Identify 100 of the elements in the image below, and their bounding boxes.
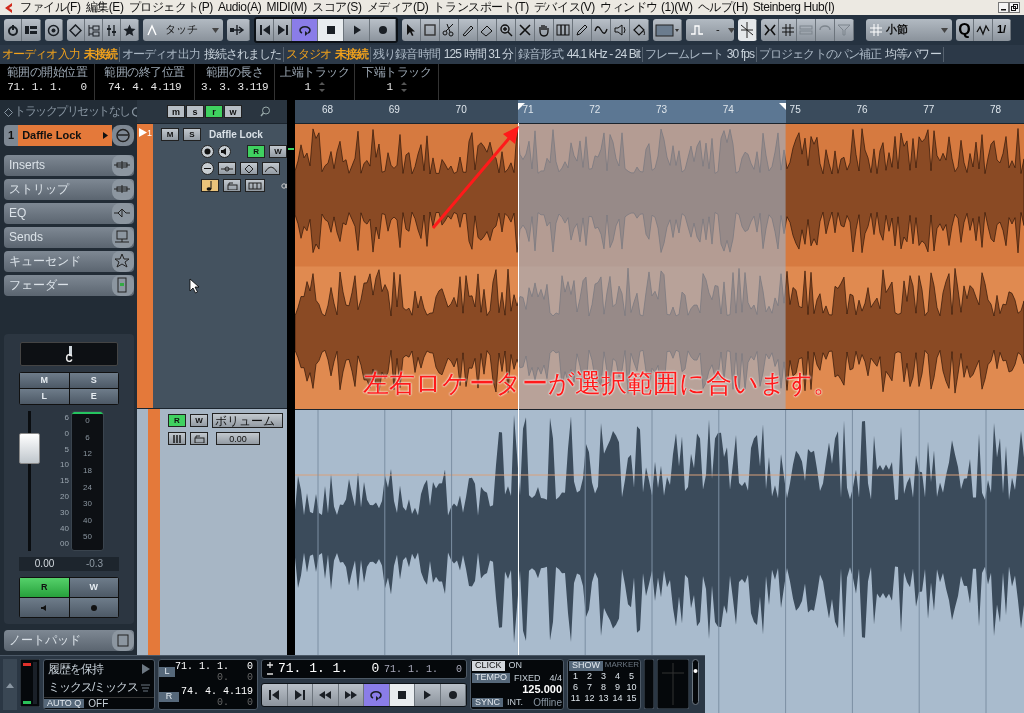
timebase-toggle[interactable] [201, 179, 219, 192]
notepad-tab[interactable]: ノートパッド [4, 630, 134, 651]
bar-number[interactable]: 72 [585, 100, 652, 123]
marker-button[interactable]: 13 [597, 692, 610, 704]
marker-button[interactable]: 1 [569, 670, 582, 682]
bar-number[interactable]: 74 [718, 100, 786, 123]
preset-label[interactable]: トラックプリセットなし [14, 105, 130, 119]
tempo-value[interactable]: 125.000 [514, 683, 562, 695]
header-toggle[interactable]: s [186, 105, 204, 118]
pan-button[interactable] [240, 162, 258, 175]
parameter-dropdown[interactable]: ボリューム [212, 413, 283, 428]
automation-toggle[interactable]: R [168, 414, 186, 427]
bar-number[interactable]: 70 [451, 100, 519, 123]
marker-button[interactable]: 4 [611, 670, 624, 682]
click-button[interactable]: CLICK [472, 661, 505, 671]
automation-button[interactable]: R [20, 578, 69, 597]
stop-button[interactable] [389, 684, 415, 706]
minimize-button[interactable] [998, 2, 1009, 13]
secondary-position[interactable]: 71. 1. 1. 0 [384, 663, 462, 675]
menu-item[interactable]: Steinberg Hub(I) [752, 0, 835, 15]
locator-button[interactable]: R [159, 691, 179, 702]
tree-button[interactable] [85, 19, 103, 41]
routing-button[interactable] [218, 162, 236, 175]
field-value[interactable]: 3. 3. 3.119 [200, 81, 269, 95]
restore-button[interactable] [1009, 2, 1020, 13]
automation-toggle[interactable]: W [190, 414, 208, 427]
marker-button[interactable]: 3 [597, 670, 610, 682]
snap-x-button[interactable] [761, 19, 779, 41]
marker-button[interactable]: 12 [583, 692, 596, 704]
field-value[interactable]: 71. 1. 1. 0 [7, 81, 87, 95]
menu-item[interactable]: ウィンドウ (1)(W) [599, 0, 693, 15]
show-button[interactable]: SHOW [569, 661, 603, 671]
split-tool-button[interactable] [554, 19, 573, 41]
wave-button[interactable] [974, 19, 993, 41]
speaker-tool-button[interactable] [611, 19, 630, 41]
lanes-button[interactable] [245, 179, 265, 192]
header-toggle[interactable]: r [205, 105, 223, 118]
channel-button[interactable]: S [69, 373, 118, 388]
bar-number[interactable]: 69 [384, 100, 452, 123]
bar-number[interactable]: 71 [518, 100, 586, 123]
automation-toggle[interactable]: W [269, 145, 287, 158]
eq-button[interactable] [262, 162, 280, 175]
track-toggle[interactable]: M [161, 128, 179, 141]
marker-button[interactable]: 2 [583, 670, 596, 682]
wave-tool-button[interactable] [592, 19, 611, 41]
marker-button[interactable]: 5 [625, 670, 638, 682]
grid-button[interactable] [779, 19, 797, 41]
routing-button[interactable] [227, 19, 250, 41]
menu-item[interactable]: ヘルプ(H) [697, 0, 748, 15]
auto-q-button[interactable]: AUTO Q [44, 698, 85, 709]
tempo-button[interactable]: TEMPO [472, 672, 510, 683]
automation-button[interactable]: W [69, 578, 118, 597]
marker-button[interactable]: 14 [611, 692, 624, 704]
channel-button[interactable]: E [69, 389, 118, 404]
bar-number[interactable]: 73 [652, 100, 719, 123]
channel-button[interactable]: M [20, 373, 69, 388]
cycle-button[interactable] [292, 19, 318, 41]
marker-button[interactable]: 10 [625, 681, 638, 693]
timeline-ruler[interactable]: 68 69 70 71 72 73 74 75 76 77 78 [295, 100, 1024, 123]
grid-dropdown[interactable]: - [686, 19, 734, 41]
loop-button[interactable] [816, 19, 835, 41]
automation-mode-dropdown[interactable]: タッチ [143, 19, 223, 41]
time-signature[interactable]: 4/4 [549, 672, 562, 684]
header-toggle[interactable]: m [167, 105, 185, 118]
field-value[interactable]: 1 [386, 81, 393, 95]
scissors-tool-button[interactable] [440, 19, 459, 41]
automation-toggle[interactable]: R [247, 145, 265, 158]
menu-item[interactable]: デバイス(V) [533, 0, 595, 15]
pencil-tool-button[interactable] [573, 19, 592, 41]
marker-button[interactable]: 15 [625, 692, 638, 704]
locator-button[interactable]: L [159, 667, 175, 678]
pan-control[interactable]: C [20, 342, 118, 366]
field-value[interactable]: 1 [304, 81, 311, 95]
lane-button[interactable] [168, 432, 186, 445]
cycle-button[interactable] [364, 684, 390, 706]
locator-position[interactable]: 71. 1. 1. 0 [175, 661, 253, 673]
track-name[interactable]: Daffle Lock [209, 128, 263, 141]
mute-tool-button[interactable] [516, 19, 535, 41]
menu-item[interactable]: トランスポート(T) [433, 0, 529, 15]
menu-item[interactable]: Audio(A) [217, 0, 262, 15]
section-tab[interactable]: Inserts [4, 155, 134, 176]
menu-item[interactable]: スコア(S) [311, 0, 362, 15]
eraser-tool-button[interactable] [478, 19, 497, 41]
menu-item[interactable]: メディア(D) [366, 0, 429, 15]
snap-type-dropdown[interactable]: 小節 [866, 19, 952, 41]
bar-number[interactable]: 77 [919, 100, 986, 123]
marker-button[interactable]: 6 [569, 681, 582, 693]
favorites-button[interactable] [121, 19, 139, 41]
sync-button[interactable]: SYNC [472, 697, 503, 708]
bar-number[interactable]: 68 [318, 100, 385, 123]
marker-button[interactable]: 8 [597, 681, 610, 693]
locator-position[interactable]: 74. 4. 4.119 [179, 685, 253, 697]
range-tool-button[interactable] [421, 19, 440, 41]
section-tab[interactable]: ストリップ [4, 179, 134, 200]
section-tab[interactable]: Sends [4, 227, 134, 248]
header-toggle[interactable]: w [224, 105, 242, 118]
section-tab[interactable]: キューセンド [4, 251, 134, 272]
snap-button[interactable] [738, 19, 757, 41]
marker-button[interactable]: 9 [611, 681, 624, 693]
lock-button[interactable] [223, 179, 241, 192]
